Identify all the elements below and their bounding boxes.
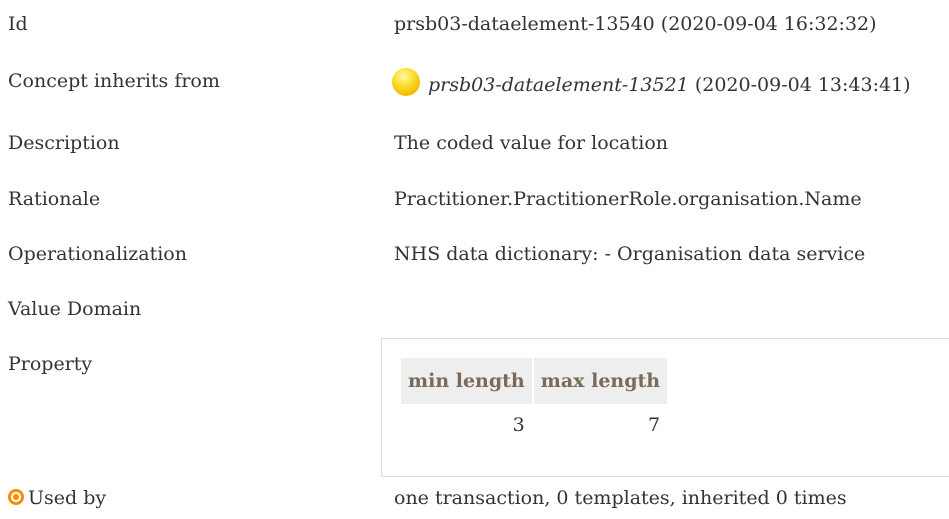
operationalization-value: NHS data dictionary: - Organisation data…	[394, 243, 866, 265]
min-length-header: min length	[401, 358, 532, 404]
property-label: Property	[8, 353, 93, 375]
min-length-value: 3	[512, 414, 525, 436]
description-label: Description	[8, 132, 120, 154]
id-value: prsb03-dataelement-13540 (2020-09-04 16:…	[394, 13, 877, 35]
operationalization-label: Operationalization	[8, 243, 187, 265]
id-label: Id	[8, 13, 28, 35]
used-by-value: one transaction, 0 templates, inherited …	[394, 487, 847, 509]
rationale-value: Practitioner.PractitionerRole.organisati…	[394, 188, 862, 210]
used-by-label-wrap[interactable]: Used by	[8, 487, 106, 509]
description-value: The coded value for location	[394, 132, 669, 154]
inherits-date: (2020-09-04 13:43:41)	[694, 74, 911, 96]
property-panel: min length max length 3 7	[381, 338, 949, 477]
rationale-label: Rationale	[8, 188, 101, 210]
status-orb-icon	[392, 68, 420, 96]
inherits-label: Concept inherits from	[8, 70, 220, 92]
max-length-header: max length	[533, 358, 668, 404]
inherits-link[interactable]: prsb03-dataelement-13521	[428, 74, 689, 96]
used-by-label[interactable]: Used by	[28, 487, 106, 509]
target-icon	[8, 489, 24, 505]
concept-detail-page: Id prsb03-dataelement-13540 (2020-09-04 …	[0, 0, 949, 519]
max-length-value: 7	[648, 414, 661, 436]
inherits-value: prsb03-dataelement-13521 (2020-09-04 13:…	[392, 63, 911, 96]
property-table: min length max length 3 7	[399, 356, 669, 446]
value-domain-label: Value Domain	[8, 298, 142, 320]
